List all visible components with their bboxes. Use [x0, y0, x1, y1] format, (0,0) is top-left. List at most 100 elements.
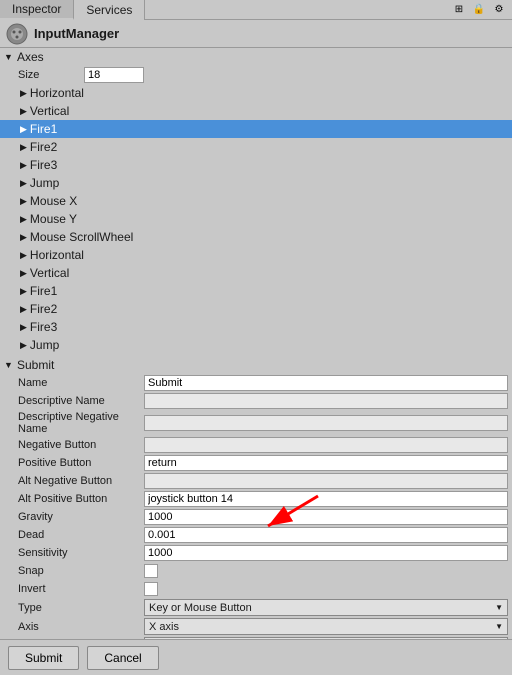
prop-negative-button-label: Negative Button: [4, 439, 144, 451]
tri-icon: ▶: [20, 232, 27, 243]
tri-icon: ▶: [20, 142, 27, 153]
prop-snap-label: Snap: [4, 565, 144, 577]
item-label: Fire1: [30, 284, 57, 298]
axes-section-header[interactable]: ▼ Axes: [0, 48, 512, 66]
axes-expand-icon: ▼: [4, 52, 14, 62]
prop-row-negative-button: Negative Button: [0, 436, 512, 454]
tree-item-fire2-1[interactable]: ▶ Fire2: [0, 138, 512, 156]
dropdown-arrow-icon: ▼: [495, 603, 503, 612]
prop-alt-negative-button-label: Alt Negative Button: [4, 475, 144, 487]
tri-icon: ▶: [20, 268, 27, 279]
lock-icon-button[interactable]: 🔒: [470, 1, 488, 19]
tab-inspector[interactable]: Inspector: [0, 0, 74, 20]
prop-row-sensitivity: Sensitivity: [0, 544, 512, 562]
prop-gravity-input[interactable]: [144, 509, 508, 525]
tri-icon: ▶: [20, 304, 27, 315]
item-label: Horizontal: [30, 86, 84, 100]
tree-item-jump-1[interactable]: ▶ Jump: [0, 174, 512, 192]
size-row: Size: [0, 66, 512, 84]
prop-alt-negative-button-input[interactable]: [144, 473, 508, 489]
tree-item-fire2-2[interactable]: ▶ Fire2: [0, 300, 512, 318]
prop-axis-value: X axis: [149, 621, 179, 633]
header-title: InputManager: [34, 26, 119, 41]
size-input[interactable]: [84, 67, 144, 83]
item-label: Mouse Y: [30, 212, 77, 226]
prop-row-alt-positive-button: Alt Positive Button: [0, 490, 512, 508]
prop-descriptive-name-label: Descriptive Name: [4, 395, 144, 407]
tree-item-vertical-2[interactable]: ▶ Vertical: [0, 264, 512, 282]
settings-icon-button[interactable]: ⚙: [490, 1, 508, 19]
prop-positive-button-input[interactable]: [144, 455, 508, 471]
prop-row-gravity: Gravity: [0, 508, 512, 526]
tri-icon: ▶: [20, 178, 27, 189]
tri-icon: ▶: [20, 286, 27, 297]
prop-negative-button-input[interactable]: [144, 437, 508, 453]
tree-item-fire1-1[interactable]: ▶ Fire1: [0, 120, 512, 138]
layout-icon-button[interactable]: ⊞: [450, 1, 468, 19]
prop-descriptive-name-input[interactable]: [144, 393, 508, 409]
tri-icon: ▶: [20, 214, 27, 225]
tree-item-mousex[interactable]: ▶ Mouse X: [0, 192, 512, 210]
tab-icons: ⊞ 🔒 ⚙: [450, 1, 512, 19]
prop-row-alt-negative-button: Alt Negative Button: [0, 472, 512, 490]
tri-icon: ▶: [20, 250, 27, 261]
main-content: ▼ Axes Size ▶ Horizontal ▶ Vertical ▶ Fi…: [0, 48, 512, 639]
tree-item-horizontal-1[interactable]: ▶ Horizontal: [0, 84, 512, 102]
dropdown-arrow-icon: ▼: [495, 622, 503, 631]
tree-item-fire3-2[interactable]: ▶ Fire3: [0, 318, 512, 336]
tab-bar: Inspector Services ⊞ 🔒 ⚙: [0, 0, 512, 20]
prop-dead-input[interactable]: [144, 527, 508, 543]
prop-descriptive-negative-name-input[interactable]: [144, 415, 508, 431]
prop-row-axis: Axis X axis ▼: [0, 617, 512, 636]
prop-axis-label: Axis: [4, 621, 144, 633]
prop-invert-checkbox[interactable]: [144, 582, 158, 596]
submit-section-label: Submit: [17, 358, 54, 372]
item-label: Mouse X: [30, 194, 77, 208]
prop-row-type: Type Key or Mouse Button ▼: [0, 598, 512, 617]
prop-invert-label: Invert: [4, 583, 144, 595]
input-manager-icon: [6, 23, 28, 45]
prop-sensitivity-label: Sensitivity: [4, 547, 144, 559]
item-label: Horizontal: [30, 248, 84, 262]
cancel-button[interactable]: Cancel: [87, 646, 158, 670]
prop-row-invert: Invert: [0, 580, 512, 598]
submit-section-header[interactable]: ▼ Submit: [0, 356, 512, 374]
prop-name-label: Name: [4, 377, 144, 389]
prop-descriptive-negative-name-label: Descriptive Negative Name: [4, 411, 144, 435]
prop-row-name: Name: [0, 374, 512, 392]
tri-icon: ▶: [20, 322, 27, 333]
prop-sensitivity-input[interactable]: [144, 545, 508, 561]
prop-row-descriptive-name: Descriptive Name: [0, 392, 512, 410]
header-row: InputManager: [0, 20, 512, 48]
prop-gravity-label: Gravity: [4, 511, 144, 523]
item-label: Mouse ScrollWheel: [30, 230, 133, 244]
prop-row-descriptive-negative-name: Descriptive Negative Name: [0, 410, 512, 436]
tree-item-mousey[interactable]: ▶ Mouse Y: [0, 210, 512, 228]
prop-row-dead: Dead: [0, 526, 512, 544]
tree-item-fire1-2[interactable]: ▶ Fire1: [0, 282, 512, 300]
tree-item-mousescroll[interactable]: ▶ Mouse ScrollWheel: [0, 228, 512, 246]
tri-icon: ▶: [20, 160, 27, 171]
tree-item-jump-2[interactable]: ▶ Jump: [0, 336, 512, 354]
prop-alt-positive-button-label: Alt Positive Button: [4, 493, 144, 505]
prop-row-snap: Snap: [0, 562, 512, 580]
tree-item-fire3-1[interactable]: ▶ Fire3: [0, 156, 512, 174]
item-label: Vertical: [30, 266, 69, 280]
tab-services[interactable]: Services: [74, 0, 145, 20]
item-label: Jump: [30, 176, 59, 190]
tree-item-vertical-1[interactable]: ▶ Vertical: [0, 102, 512, 120]
prop-name-input[interactable]: [144, 375, 508, 391]
prop-type-dropdown[interactable]: Key or Mouse Button ▼: [144, 599, 508, 616]
item-label: Fire3: [30, 158, 57, 172]
tab-inspector-label: Inspector: [12, 2, 61, 16]
tree-item-horizontal-2[interactable]: ▶ Horizontal: [0, 246, 512, 264]
prop-type-value: Key or Mouse Button: [149, 602, 252, 614]
axes-label: Axes: [17, 50, 44, 64]
prop-snap-checkbox[interactable]: [144, 564, 158, 578]
item-label: Jump: [30, 338, 59, 352]
prop-type-label: Type: [4, 602, 144, 614]
submit-button[interactable]: Submit: [8, 646, 79, 670]
prop-alt-positive-button-input[interactable]: [144, 491, 508, 507]
item-label: Fire3: [30, 320, 57, 334]
prop-axis-dropdown[interactable]: X axis ▼: [144, 618, 508, 635]
